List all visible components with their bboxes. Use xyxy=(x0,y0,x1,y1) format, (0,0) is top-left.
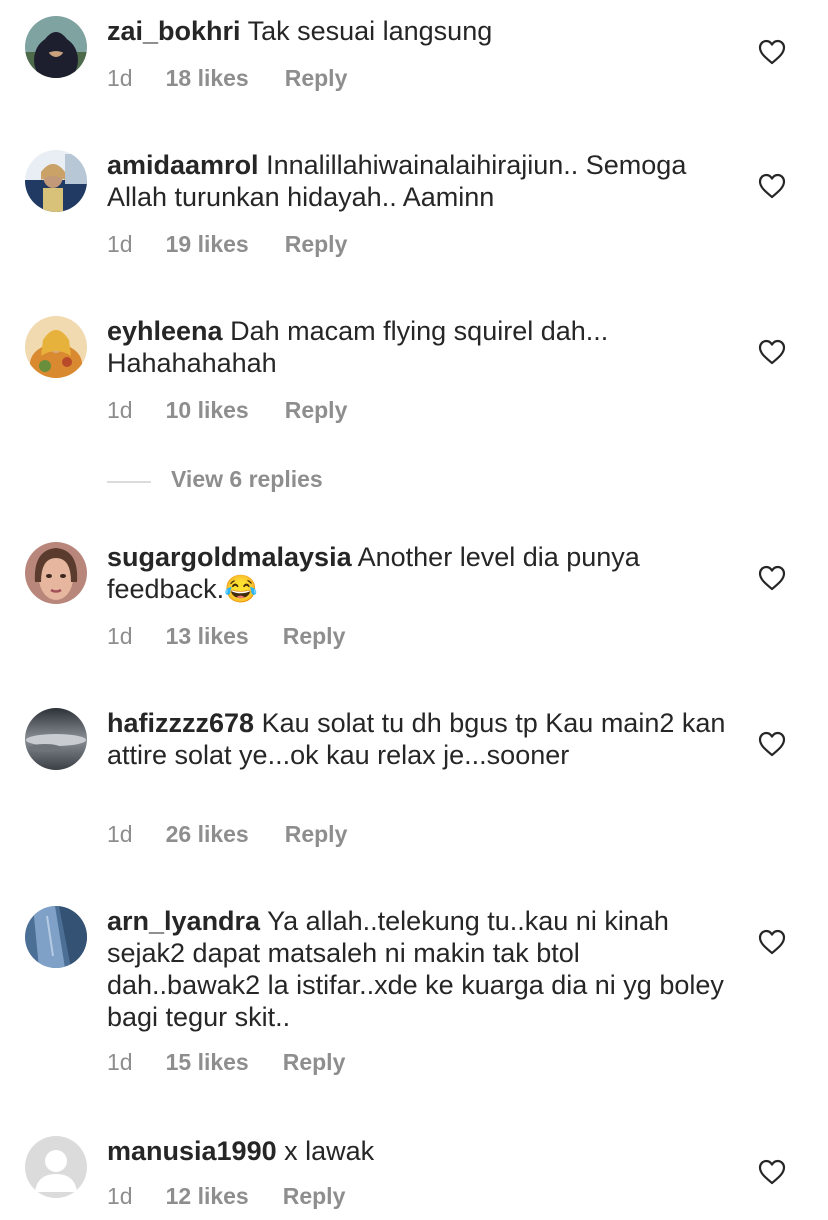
comment-meta: 1d 18 likes Reply xyxy=(107,65,347,92)
comment-time: 1d xyxy=(107,231,133,257)
reply-button[interactable]: Reply xyxy=(285,821,348,848)
avatar[interactable] xyxy=(25,1136,87,1198)
comment-likes[interactable]: 15 likes xyxy=(166,1049,249,1076)
comment-text-block: hafizzzz678 Kau solat tu dh bgus tp Kau … xyxy=(107,707,727,771)
comment-username[interactable]: hafizzzz678 xyxy=(107,708,254,738)
comment-text: x lawak xyxy=(284,1136,375,1166)
comment-likes[interactable]: 12 likes xyxy=(166,1183,249,1210)
comment-username[interactable]: arn_lyandra xyxy=(107,906,260,936)
reply-button[interactable]: Reply xyxy=(283,1183,346,1210)
comment-time: 1d xyxy=(107,821,133,847)
reply-button[interactable]: Reply xyxy=(283,1049,346,1076)
replies-divider xyxy=(107,481,151,483)
comment-meta: 1d 26 likes Reply xyxy=(107,821,347,848)
reply-button[interactable]: Reply xyxy=(285,65,348,92)
reply-button[interactable]: Reply xyxy=(285,231,348,258)
heart-outline-icon[interactable] xyxy=(758,731,786,757)
comment-text-block: zai_bokhri Tak sesuai langsung xyxy=(107,15,727,47)
reply-button[interactable]: Reply xyxy=(285,397,348,424)
comment-likes[interactable]: 19 likes xyxy=(166,231,249,258)
avatar[interactable] xyxy=(25,16,87,78)
comment-text: Tak sesuai langsung xyxy=(247,16,493,46)
avatar[interactable] xyxy=(25,150,87,212)
comment-meta: 1d 10 likes Reply xyxy=(107,397,347,424)
avatar[interactable] xyxy=(25,316,87,378)
comment-text-block: sugargoldmalaysia Another level dia puny… xyxy=(107,541,727,605)
comment-time: 1d xyxy=(107,1049,133,1075)
comment-meta: 1d 13 likes Reply xyxy=(107,623,345,650)
comment-username[interactable]: sugargoldmalaysia xyxy=(107,542,352,572)
comment-meta: 1d 12 likes Reply xyxy=(107,1183,345,1210)
view-replies-label[interactable]: View 6 replies xyxy=(171,466,323,493)
comment-text-block: manusia1990 x lawak xyxy=(107,1135,727,1167)
comment-meta: 1d 19 likes Reply xyxy=(107,231,347,258)
comment-username[interactable]: zai_bokhri xyxy=(107,16,241,46)
heart-outline-icon[interactable] xyxy=(758,929,786,955)
comment-text-block: amidaamrol Innalillahiwainalaihirajiun..… xyxy=(107,149,727,213)
comment-likes[interactable]: 18 likes xyxy=(166,65,249,92)
comment-meta: 1d 15 likes Reply xyxy=(107,1049,345,1076)
comment-likes[interactable]: 26 likes xyxy=(166,821,249,848)
comment-likes[interactable]: 10 likes xyxy=(166,397,249,424)
heart-outline-icon[interactable] xyxy=(758,173,786,199)
avatar[interactable] xyxy=(25,906,87,968)
comment-likes[interactable]: 13 likes xyxy=(166,623,249,650)
heart-outline-icon[interactable] xyxy=(758,565,786,591)
heart-outline-icon[interactable] xyxy=(758,339,786,365)
comment-time: 1d xyxy=(107,397,133,423)
comment-username[interactable]: eyhleena xyxy=(107,316,223,346)
comment-time: 1d xyxy=(107,1183,133,1209)
avatar[interactable] xyxy=(25,708,87,770)
comment-time: 1d xyxy=(107,623,133,649)
avatar[interactable] xyxy=(25,542,87,604)
heart-outline-icon[interactable] xyxy=(758,39,786,65)
comment-text-block: eyhleena Dah macam flying squirel dah...… xyxy=(107,315,727,379)
comment-time: 1d xyxy=(107,65,133,91)
reply-button[interactable]: Reply xyxy=(283,623,346,650)
comment-username[interactable]: manusia1990 xyxy=(107,1136,277,1166)
comment-username[interactable]: amidaamrol xyxy=(107,150,259,180)
comment-text-block: arn_lyandra Ya allah..telekung tu..kau n… xyxy=(107,905,727,1033)
heart-outline-icon[interactable] xyxy=(758,1159,786,1185)
